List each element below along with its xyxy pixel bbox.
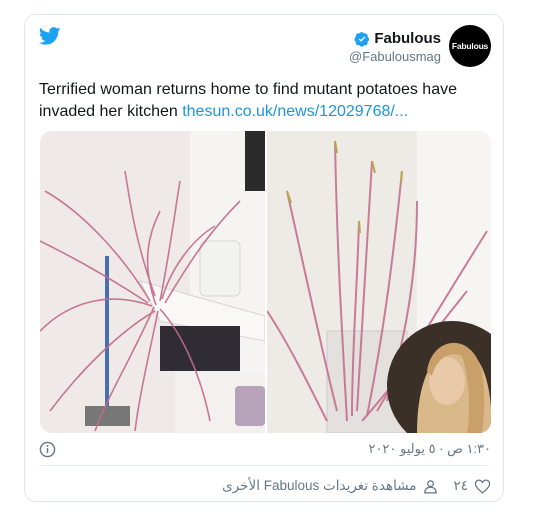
avatar[interactable]: Fabulous	[449, 25, 491, 67]
avatar-logo-text: Fabulous	[451, 41, 489, 51]
more-tweets-label[interactable]: مشاهدة تغريدات Fabulous الأخرى	[222, 478, 416, 494]
verified-badge-icon	[354, 31, 370, 47]
author-info[interactable]: Fabulous @Fabulousmag	[349, 30, 441, 64]
more-tweets-link[interactable]: مشاهدة تغريدات Fabulous الأخرى	[222, 478, 439, 495]
tweet-timestamp[interactable]: ١:٣٠ ص · ٥ يوليو ٢٠٢٠	[368, 441, 491, 457]
like-button[interactable]: ٢٤	[453, 478, 491, 495]
author-handle[interactable]: @Fabulousmag	[349, 49, 441, 64]
tweet-link[interactable]: thesun.co.uk/news/12029768/...	[182, 103, 408, 120]
twitter-bird-icon[interactable]	[39, 27, 61, 45]
tweet-media[interactable]	[40, 131, 491, 433]
tweet-actions: مشاهدة تغريدات Fabulous الأخرى ٢٤	[39, 475, 491, 497]
photo-kitchen-corner[interactable]	[40, 131, 265, 433]
tweet-meta: ١:٣٠ ص · ٥ يوليو ٢٠٢٠	[39, 439, 491, 459]
tweet-card[interactable]: Fabulous @Fabulousmag Fabulous Terrified…	[24, 14, 504, 502]
person-icon	[424, 479, 438, 494]
like-count: ٢٤	[453, 478, 468, 493]
info-icon[interactable]	[39, 441, 56, 458]
photo-wall-sprouts[interactable]	[266, 131, 491, 433]
heart-icon[interactable]	[474, 478, 491, 495]
author-name[interactable]: Fabulous	[374, 30, 441, 47]
tweet-text: Terrified woman returns home to find mut…	[39, 79, 491, 123]
divider	[39, 465, 489, 466]
